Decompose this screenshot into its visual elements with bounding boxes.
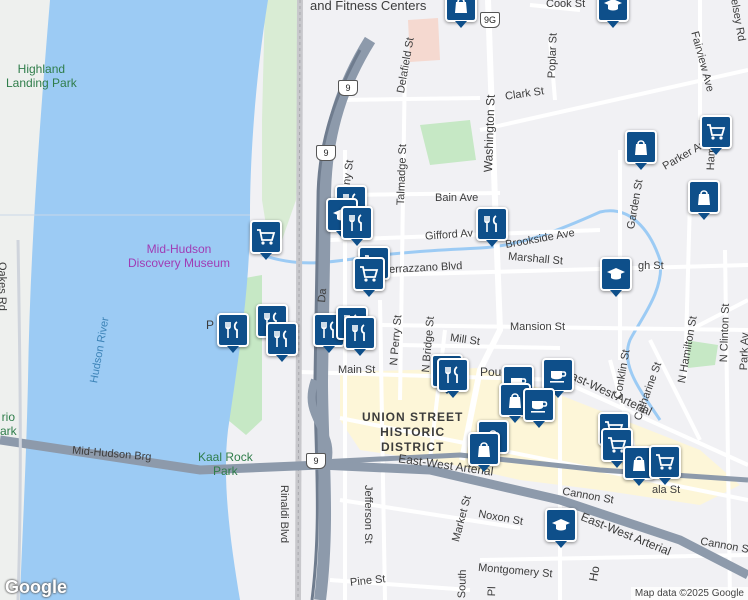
- shopping-bag-icon: [509, 393, 521, 408]
- main-st-label: Main St: [338, 364, 376, 376]
- washington-label: Washington St: [481, 94, 498, 173]
- highland-park-line-1: Highland: [17, 62, 66, 76]
- pl-label: Pl: [486, 586, 499, 597]
- pin-shopping-bag[interactable]: [445, 0, 477, 28]
- n-clinton-label: N Clinton St: [718, 303, 733, 363]
- da-label: Da: [316, 287, 330, 304]
- rio-line-2: ark: [0, 424, 17, 438]
- coffee-icon: [531, 401, 548, 413]
- shopping-bag-icon: [635, 140, 647, 155]
- highland-park-line-2: Landing Park: [6, 76, 77, 90]
- map-canvas[interactable]: [0, 0, 748, 600]
- pin-school[interactable]: [545, 508, 577, 548]
- pin-school[interactable]: [600, 257, 632, 297]
- oakes-rd-label: Oakes Rd: [0, 262, 8, 311]
- route-9-shield-2: 9: [316, 145, 336, 161]
- graduation-cap-icon: [604, 0, 622, 11]
- pin-school[interactable]: [597, 0, 629, 28]
- route-9-shield: 9: [338, 80, 358, 96]
- restaurant-icon: [484, 215, 497, 232]
- restaurant-icon: [274, 330, 287, 347]
- route-9-shield-3: 9: [306, 453, 326, 469]
- shopping-bag-icon: [633, 456, 645, 471]
- shopping-cart-icon: [360, 266, 379, 282]
- park-area-1: [420, 120, 476, 165]
- gh-st-label: gh St: [638, 260, 664, 272]
- rio-park-label: rio ark: [0, 410, 17, 438]
- poplar-label: Poplar St: [546, 32, 560, 79]
- talmadge-label: Talmadge St: [395, 143, 410, 206]
- museum-line-2: Discovery Museum: [128, 256, 231, 270]
- pin-cafe[interactable]: [523, 388, 555, 428]
- graduation-cap-icon: [552, 519, 570, 531]
- pin-restaurant[interactable]: [266, 322, 298, 362]
- route-9g-shield: 9G: [480, 12, 500, 28]
- restaurant-icon: [352, 324, 365, 341]
- district-line-1: UNION STREET: [362, 410, 464, 424]
- shopping-bag-icon: [478, 442, 490, 457]
- shopping-cart-icon: [656, 454, 675, 470]
- map[interactable]: and Fitness Centers Highland Landing Park…: [0, 0, 748, 600]
- graduation-cap-icon: [607, 268, 625, 280]
- bain-label: Bain Ave: [435, 192, 479, 204]
- union-street-district-label: UNION STREET HISTORIC DISTRICT: [362, 410, 463, 455]
- pin-restaurant[interactable]: [476, 207, 508, 247]
- google-logo[interactable]: Google: [5, 577, 67, 598]
- district-line-2: HISTORIC: [380, 425, 446, 439]
- pin-grocery[interactable]: [700, 115, 732, 155]
- pin-grocery[interactable]: [250, 220, 282, 260]
- jefferson-label: Jefferson St: [362, 485, 374, 544]
- kaal-rock-label[interactable]: Kaal Rock Park: [198, 450, 253, 478]
- hols-label: Ho: [586, 564, 603, 583]
- p-fragment-label: P: [206, 318, 215, 332]
- restaurant-icon: [349, 214, 362, 231]
- cook-label: Cook St: [546, 0, 586, 10]
- park-ave-label: Park Av: [738, 332, 748, 371]
- pin-restaurant[interactable]: [217, 313, 249, 353]
- pin-shopping-bag[interactable]: [625, 130, 657, 170]
- shopping-cart-icon: [707, 124, 726, 140]
- pin-cafe[interactable]: [542, 358, 574, 398]
- pin-restaurant[interactable]: [437, 358, 469, 398]
- museum-label[interactable]: Mid-Hudson Discovery Museum: [128, 242, 230, 270]
- shopping-bag-icon: [698, 190, 710, 205]
- pin-restaurant[interactable]: [341, 206, 373, 246]
- pin-grocery[interactable]: [353, 257, 385, 297]
- pin-restaurant[interactable]: [344, 316, 376, 356]
- coffee-icon: [550, 371, 567, 383]
- rinaldi-label: Rinaldi Blvd: [278, 485, 290, 544]
- ala-st-label: ala St: [652, 484, 681, 496]
- rio-line-1: rio: [1, 410, 15, 424]
- restaurant-icon: [445, 366, 458, 383]
- kaal-line-2: Park: [213, 464, 238, 478]
- restaurant-icon: [225, 321, 238, 338]
- kaal-line-1: Kaal Rock: [198, 450, 253, 464]
- pin-shopping-bag[interactable]: [468, 432, 500, 472]
- shopping-cart-icon: [257, 229, 276, 245]
- highland-park-label[interactable]: Highland Landing Park: [6, 62, 77, 90]
- pin-grocery[interactable]: [649, 445, 681, 485]
- mansion-st-label: Mansion St: [510, 321, 566, 333]
- fitness-label: and Fitness Centers: [310, 0, 427, 13]
- shopping-bag-icon: [455, 0, 467, 13]
- district-line-3: DISTRICT: [381, 440, 445, 454]
- pin-shopping-bag[interactable]: [688, 180, 720, 220]
- south-label: South: [456, 569, 469, 599]
- map-attribution[interactable]: Map data ©2025 Google: [630, 587, 748, 600]
- museum-line-1: Mid-Hudson: [146, 242, 212, 256]
